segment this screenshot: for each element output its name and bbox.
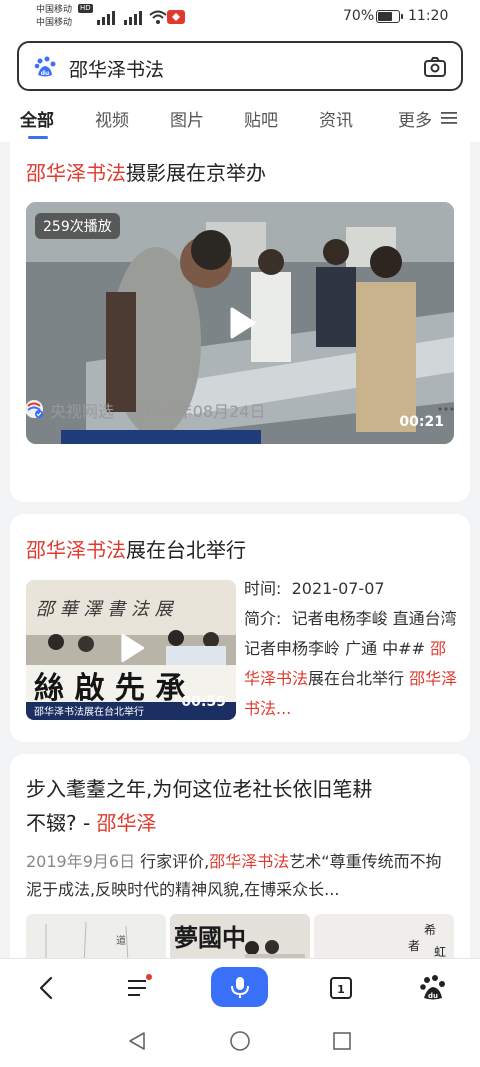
svg-text:邵 華 澤 書 法 展: 邵 華 澤 書 法 展 [36,599,175,620]
play-icon[interactable] [110,628,150,668]
svg-text:道: 道 [116,934,126,947]
camera-icon[interactable] [423,55,447,79]
tab-tieba[interactable]: 贴吧 [244,106,278,131]
carrier-2: 中国移动 [36,18,73,28]
system-recents-icon[interactable] [331,1030,353,1052]
publish-date: 2013年08月24日 [136,402,266,421]
svg-text:du: du [428,992,438,1000]
microphone-icon [231,977,249,998]
battery-icon [376,10,403,23]
bottom-navigation: 1 du [0,958,480,1020]
search-input[interactable]: 邵华泽书法 [69,55,164,82]
svg-text:邵华泽书法展在台北举行: 邵华泽书法展在台北举行 [34,705,144,718]
video-meta: 时间: 2021-07-07 简介: 记者电杨李峻 直通台湾 记者申杨李岭 广通… [244,574,458,724]
tab-more[interactable]: 更多 [398,106,432,131]
result-snippet: 2019年9月6日 行家评价,邵华泽书法艺术“尊重传统而不拘泥于成法,反映时代的… [26,852,442,899]
system-home-icon[interactable] [229,1030,251,1052]
voice-search-button[interactable] [211,967,268,1007]
baidu-home-icon[interactable]: du [418,973,448,1003]
svg-text:1: 1 [337,983,345,996]
search-box[interactable]: du 邵华泽书法 [17,41,463,91]
result-card-video-2[interactable]: 邵华泽书法展在台北举行 邵 華 澤 書 法 展 絲 啟 先 承 邵华泽书法展在台… [10,514,470,742]
result-card-article[interactable]: 步入耄耋之年,为何这位老社长依旧笔耕 不辍? - 邵华泽 2019年9月6日 行… [10,754,470,958]
svg-text:虹: 虹 [434,945,446,958]
battery-percent: 70% [343,8,375,24]
menu-icon[interactable] [440,111,458,125]
result-tabs: 全部 视频 图片 贴吧 资讯 更多 [0,104,480,139]
tabs-count-icon[interactable]: 1 [326,973,356,1003]
play-icon[interactable] [218,301,262,345]
active-tab-indicator [28,136,48,139]
play-count-badge: 259次播放 [35,213,120,239]
menu-notification-icon[interactable] [124,973,154,1003]
svg-text:者: 者 [408,939,420,953]
baidu-paw-icon: du [34,56,56,77]
back-icon[interactable] [32,973,62,1003]
source-row: 央视网选 2013年08月24日 [24,397,454,421]
svg-text:du: du [41,70,50,77]
tab-video[interactable]: 视频 [95,106,129,131]
publish-time-row: 时间: 2021-07-07 [244,579,385,598]
clock: 11:20 [408,8,449,24]
signal-icon [97,11,115,25]
more-options-icon[interactable] [438,407,454,411]
system-navigation-bar [0,1020,480,1067]
carrier-1: 中国移动 [36,5,73,15]
video-thumbnail[interactable]: 邵 華 澤 書 法 展 絲 啟 先 承 邵华泽书法展在台北举行 00:59 [26,580,236,720]
svg-text:絲 啟 先 承: 絲 啟 先 承 [34,671,185,706]
app-notification-icon [167,10,185,24]
article-image-3[interactable]: 希者虹天 [314,914,454,958]
hd-badge: HD [78,4,93,13]
result-card-video-1[interactable]: 邵华泽书法摄影展在京举办 259次播放 00:21 央视网选 2013年08月2… [10,142,470,502]
search-header: du 邵华泽书法 全部 视频 图片 贴吧 资讯 更多 [0,34,480,142]
cctv-logo-icon [25,400,43,418]
article-thumbnails: 道 夢國中 希者虹天 [26,914,454,958]
result-title[interactable]: 步入耄耋之年,为何这位老社长依旧笔耕 不辍? - 邵华泽 [26,772,456,840]
tab-images[interactable]: 图片 [170,106,204,131]
system-back-icon[interactable] [126,1030,148,1052]
result-title[interactable]: 邵华泽书法展在台北举行 [26,534,246,566]
article-image-1[interactable]: 道 [26,914,166,958]
tab-news[interactable]: 资讯 [319,106,353,131]
status-bar: 中国移动 中国移动 HD 70% 11:20 [0,0,480,34]
intro-text: 简介: 记者电杨李峻 直通台湾 记者申杨李岭 广通 中## 邵华泽书法展在台北举… [244,609,458,718]
article-image-2[interactable]: 夢國中 [170,914,310,958]
source-name: 央视网选 [50,402,115,421]
result-title[interactable]: 邵华泽书法摄影展在京举办 [26,157,266,189]
svg-text:希: 希 [424,922,436,937]
wifi-icon [149,10,167,24]
signal-icon [124,11,142,25]
tab-all[interactable]: 全部 [20,106,54,131]
video-duration: 00:59 [181,694,226,710]
svg-text:夢國中: 夢國中 [174,923,246,952]
